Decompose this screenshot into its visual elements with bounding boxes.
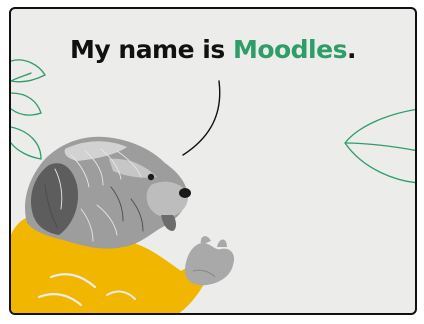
right-leaf-icon	[344, 109, 415, 184]
dog-name: Moodles	[232, 35, 348, 64]
illustration-card: My name is Moodles.	[9, 7, 417, 315]
speech-pointer-icon	[182, 80, 221, 156]
headline-prefix: My name is	[70, 35, 233, 64]
dog-head	[25, 136, 191, 249]
paw	[185, 236, 235, 286]
left-leaf-icon	[11, 59, 46, 160]
headline-suffix: .	[346, 35, 357, 64]
headline-title: My name is Moodles.	[11, 35, 415, 64]
